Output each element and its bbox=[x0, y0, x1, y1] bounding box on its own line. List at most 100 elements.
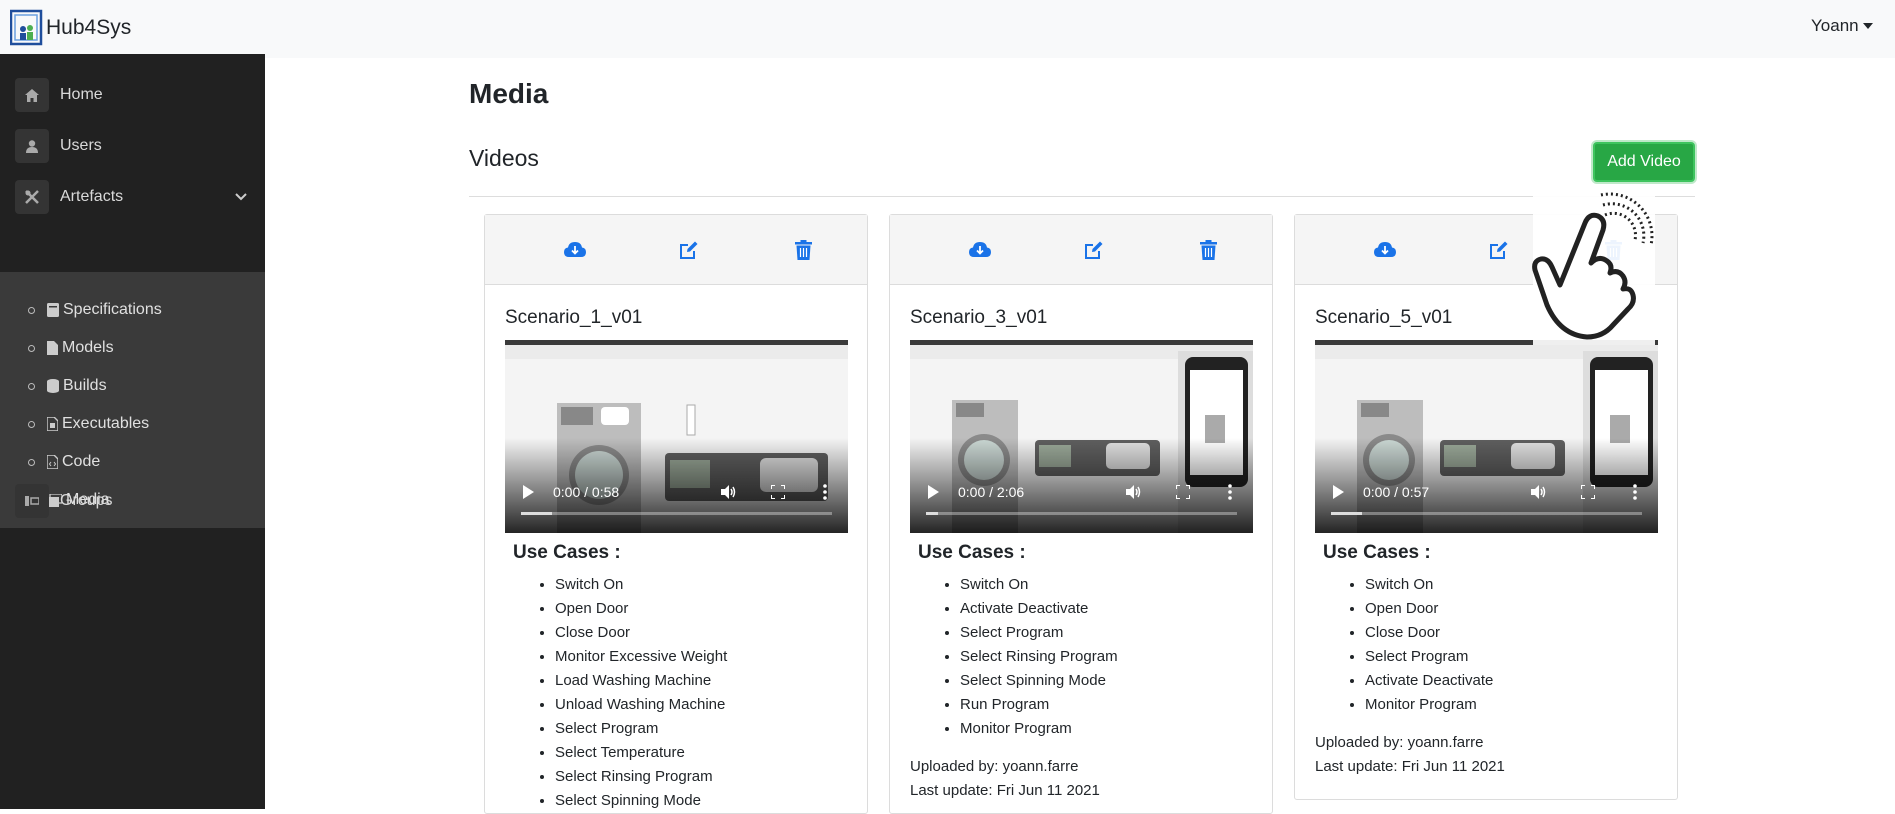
sidebar-subitem-executables[interactable]: Executables bbox=[28, 412, 149, 436]
video-progress-bar[interactable] bbox=[926, 512, 1237, 515]
use-case-item: Select Program bbox=[1365, 645, 1493, 669]
card-actions bbox=[890, 215, 1272, 285]
video-player[interactable]: 0:00 / 2:06 bbox=[910, 340, 1253, 533]
more-options-icon[interactable] bbox=[1228, 484, 1232, 503]
video-progress-bar[interactable] bbox=[521, 512, 832, 515]
sidebar-subitem-code[interactable]: Code bbox=[28, 450, 100, 474]
user-name: Yoann bbox=[1811, 16, 1859, 35]
download-icon[interactable] bbox=[1373, 238, 1397, 262]
video-card: Scenario_1_v01 0:00 / 0:58 Use Cases : S… bbox=[484, 214, 868, 814]
use-case-item: Select Program bbox=[555, 717, 727, 741]
video-player[interactable]: 0:00 / 0:57 bbox=[1315, 340, 1658, 533]
volume-icon[interactable] bbox=[1126, 484, 1142, 503]
fullscreen-icon[interactable] bbox=[1580, 484, 1596, 502]
user-menu[interactable]: Yoann bbox=[1811, 16, 1895, 36]
edit-icon[interactable] bbox=[1082, 238, 1106, 262]
more-options-icon[interactable] bbox=[823, 484, 827, 503]
use-case-item: Select Spinning Mode bbox=[555, 789, 727, 813]
code-file-icon bbox=[47, 455, 58, 469]
brand[interactable]: Hub4Sys bbox=[9, 9, 132, 47]
chevron-down-icon bbox=[235, 188, 247, 206]
database-icon bbox=[47, 379, 59, 393]
sidebar-item-label: Users bbox=[60, 137, 102, 154]
video-progress-fill bbox=[926, 512, 939, 515]
sidebar-subitem-label: Specifications bbox=[63, 301, 162, 318]
video-time: 0:00 / 0:58 bbox=[553, 484, 620, 500]
caret-down-icon bbox=[1862, 23, 1873, 29]
bullet-icon bbox=[28, 458, 35, 466]
video-card: Scenario_3_v01 0:00 / 2:06 Use Cases: •… bbox=[889, 214, 1273, 814]
use-case-item: Select Program bbox=[960, 621, 1118, 645]
play-icon[interactable] bbox=[928, 485, 939, 502]
use-case-item: Open Door bbox=[1365, 597, 1493, 621]
hub4sys-logo-icon bbox=[9, 9, 44, 47]
use-case-item: Monitor Program bbox=[960, 717, 1118, 741]
video-progress-fill bbox=[521, 512, 553, 515]
divider bbox=[469, 196, 1695, 197]
video-title: Scenario_1_v01 bbox=[505, 307, 643, 328]
trash-icon[interactable] bbox=[791, 238, 815, 262]
video-progress-fill bbox=[1331, 512, 1363, 515]
use-case-item: Select Spinning Mode bbox=[960, 669, 1118, 693]
video-progress-bar[interactable] bbox=[1331, 512, 1642, 515]
play-icon[interactable] bbox=[523, 485, 534, 502]
use-case-item: Monitor Excessive Weight bbox=[555, 645, 727, 669]
use-cases-list: Switch OnOpen DoorClose DoorSelect Progr… bbox=[1343, 573, 1493, 717]
sidebar-subitem-specifications[interactable]: Specifications bbox=[28, 298, 162, 322]
use-case-item: Select Rinsing Program bbox=[960, 645, 1118, 669]
user-icon bbox=[15, 129, 49, 163]
sidebar-subitem-models[interactable]: Models bbox=[28, 336, 114, 360]
file-code-icon bbox=[47, 417, 58, 431]
video-controls: 0:00 / 0:57 bbox=[1315, 481, 1658, 505]
home-icon bbox=[15, 78, 49, 112]
use-case-item: Select Rinsing Program bbox=[555, 765, 727, 789]
sidebar-item-groups[interactable]: Groups bbox=[0, 476, 265, 526]
download-icon[interactable] bbox=[968, 238, 992, 262]
bullet-icon bbox=[28, 382, 35, 390]
video-title: Scenario_5_v01 bbox=[1315, 307, 1453, 328]
volume-icon[interactable] bbox=[1531, 484, 1547, 503]
use-case-item: Switch On bbox=[960, 573, 1118, 597]
fullscreen-icon[interactable] bbox=[1175, 484, 1191, 502]
volume-icon[interactable] bbox=[721, 484, 737, 503]
fullscreen-icon[interactable] bbox=[770, 484, 786, 502]
video-player[interactable]: 0:00 / 0:58 bbox=[505, 340, 848, 533]
use-case-item: Switch On bbox=[555, 573, 727, 597]
use-case-item: Unload Washing Machine bbox=[555, 693, 727, 717]
uploaded-by: Uploaded by: yoann.farre bbox=[1315, 734, 1484, 751]
trash-icon[interactable] bbox=[1196, 238, 1220, 262]
tools-icon bbox=[15, 180, 49, 214]
use-cases-title: Use Cases : bbox=[513, 542, 621, 563]
play-icon[interactable] bbox=[1333, 485, 1344, 502]
edit-icon[interactable] bbox=[1487, 238, 1511, 262]
video-title: Scenario_3_v01 bbox=[910, 307, 1048, 328]
card-actions bbox=[485, 215, 867, 285]
sidebar-subitem-label: Builds bbox=[63, 377, 107, 394]
use-case-item: Close Door bbox=[1365, 621, 1493, 645]
add-video-button[interactable]: Add Video bbox=[1593, 142, 1695, 182]
use-case-item: Activate Deactivate bbox=[1365, 669, 1493, 693]
sidebar-subitem-builds[interactable]: Builds bbox=[28, 374, 107, 398]
sidebar-subitem-label: Models bbox=[62, 339, 114, 356]
use-cases-list: Switch OnActivate DeactivateSelect Progr… bbox=[938, 573, 1118, 741]
sidebar-item-artefacts[interactable]: Artefacts bbox=[0, 172, 265, 222]
page-title: Media bbox=[469, 78, 549, 109]
download-icon[interactable] bbox=[563, 238, 587, 262]
use-case-item: Activate Deactivate bbox=[960, 597, 1118, 621]
last-update: Last update: Fri Jun 11 2021 bbox=[1315, 758, 1505, 775]
brand-name: Hub4Sys bbox=[46, 16, 132, 39]
tap-gesture-hand-icon bbox=[1525, 185, 1655, 345]
bullet-icon bbox=[28, 420, 35, 428]
edit-icon[interactable] bbox=[677, 238, 701, 262]
sidebar: Home Users Artefacts Specifications Mode… bbox=[0, 54, 265, 809]
video-controls: 0:00 / 0:58 bbox=[505, 481, 848, 505]
use-case-item: Close Door bbox=[555, 621, 727, 645]
more-options-icon[interactable] bbox=[1633, 484, 1637, 503]
file-icon bbox=[47, 341, 58, 355]
use-cases-list: Switch OnOpen DoorClose DoorMonitor Exce… bbox=[533, 573, 727, 813]
sidebar-item-users[interactable]: Users bbox=[0, 121, 265, 171]
sidebar-item-home[interactable]: Home bbox=[0, 70, 265, 120]
use-case-item: Switch On bbox=[1365, 573, 1493, 597]
book-icon bbox=[47, 303, 59, 317]
groups-icon bbox=[15, 484, 49, 518]
